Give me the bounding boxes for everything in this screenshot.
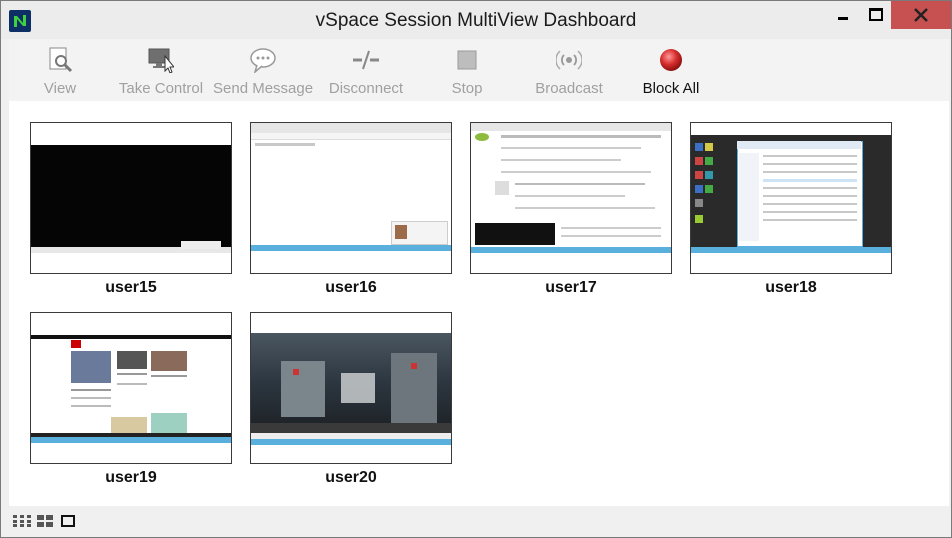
take-control-icon	[148, 48, 174, 73]
stop-button[interactable]: Stop	[443, 39, 491, 101]
view-magnifier-icon	[49, 47, 73, 73]
session-user-label: user16	[325, 279, 377, 296]
broadcast-button[interactable]: Broadcast	[531, 39, 607, 101]
disconnect-icon	[353, 50, 379, 70]
single-view-icon[interactable]	[61, 515, 75, 527]
session-grid: user15 user16 user17 user18 user19 user2…	[9, 101, 949, 506]
grid-small-icon[interactable]	[13, 515, 31, 527]
broadcast-label: Broadcast	[535, 80, 603, 97]
session-user-label: user19	[105, 469, 157, 486]
close-button[interactable]	[891, 1, 951, 29]
minimize-icon	[838, 17, 848, 20]
grid-medium-icon[interactable]	[37, 515, 53, 527]
send-message-button[interactable]: Send Message	[213, 39, 313, 101]
title-bar: vSpace Session MultiView Dashboard	[1, 1, 951, 39]
session-thumbnail[interactable]	[690, 122, 892, 274]
toolbar: View Take Control Send Message Disconnec…	[9, 39, 949, 102]
session-thumbnail[interactable]	[30, 312, 232, 464]
disconnect-button[interactable]: Disconnect	[325, 39, 407, 101]
block-all-button[interactable]: Block All	[635, 39, 707, 101]
minimize-button[interactable]	[827, 1, 859, 29]
message-bubble-icon	[250, 48, 276, 73]
window-title: vSpace Session MultiView Dashboard	[315, 10, 637, 31]
session-user-label: user17	[545, 279, 597, 296]
block-all-red-dot-icon	[660, 49, 682, 71]
send-message-label: Send Message	[213, 80, 314, 97]
take-control-label: Take Control	[118, 80, 204, 97]
broadcast-icon	[556, 50, 582, 70]
stop-label: Stop	[451, 80, 483, 97]
view-label: View	[43, 80, 77, 97]
session-thumbnail[interactable]	[470, 122, 672, 274]
block-all-label: Block All	[642, 80, 700, 97]
session-thumbnail[interactable]	[250, 312, 452, 464]
session-thumbnail[interactable]	[250, 122, 452, 274]
maximize-icon	[869, 8, 883, 21]
take-control-button[interactable]: Take Control	[115, 39, 207, 101]
stop-square-icon	[457, 50, 477, 70]
session-thumbnail[interactable]	[30, 122, 232, 274]
close-icon	[914, 8, 928, 22]
main-window: vSpace Session MultiView Dashboard View	[0, 0, 952, 538]
view-button[interactable]: View	[29, 39, 91, 101]
maximize-button[interactable]	[859, 1, 891, 29]
session-user-label: user18	[765, 279, 817, 296]
session-user-label: user15	[105, 279, 157, 296]
disconnect-label: Disconnect	[328, 80, 404, 97]
status-bar	[1, 506, 951, 537]
session-user-label: user20	[325, 469, 377, 486]
